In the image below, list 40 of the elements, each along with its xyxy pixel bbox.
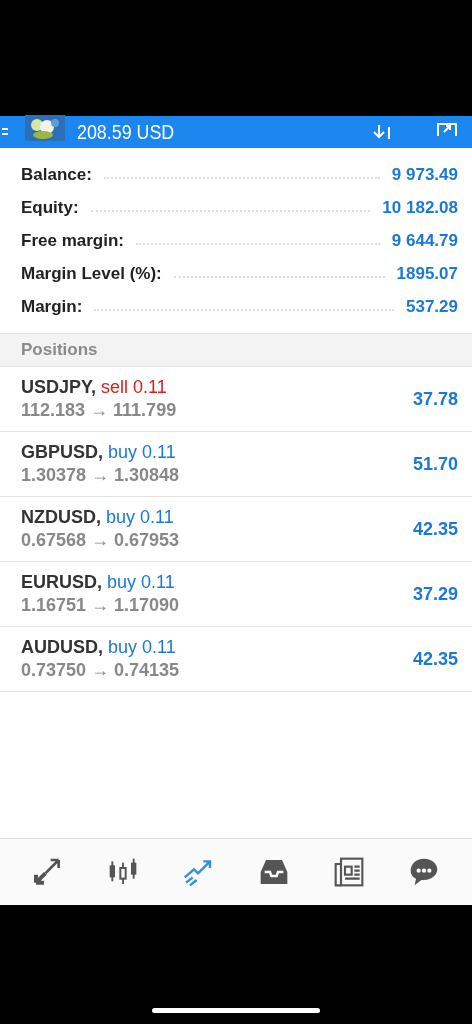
position-row[interactable]: EURUSD, buy 0.11 1.16751 → 1.17090 37.29 xyxy=(0,562,472,627)
position-symbol: EURUSD, xyxy=(21,572,102,592)
order-type: buy 0.11 xyxy=(108,442,176,462)
price-range: 0.67568 → 0.67953 xyxy=(21,530,180,551)
price-range: 1.16751 → 1.17090 xyxy=(21,595,180,616)
summary-value: 1895.07 xyxy=(396,263,458,284)
price-range: 1.30378 → 1.30848 xyxy=(21,465,180,486)
position-symbol: NZDUSD, xyxy=(21,507,101,527)
price-range: 0.73750 → 0.74135 xyxy=(21,660,180,681)
position-row[interactable]: AUDUSD, buy 0.11 0.73750 → 0.74135 42.35 xyxy=(0,627,472,692)
summary-value: 537.29 xyxy=(406,296,458,317)
section-title: Positions xyxy=(21,340,98,360)
new-order-icon[interactable] xyxy=(436,122,458,136)
summary-label: Free margin: xyxy=(21,230,124,251)
summary-label: Margin Level (%): xyxy=(21,263,162,284)
summary-label: Equity: xyxy=(21,197,79,218)
summary-label: Balance: xyxy=(21,164,92,185)
summary-value: 9 644.79 xyxy=(391,230,458,251)
position-symbol: USDJPY, xyxy=(21,377,97,397)
order-type: sell 0.11 xyxy=(101,377,167,397)
summary-value: 9 973.49 xyxy=(391,164,458,185)
position-profit: 51.70 xyxy=(412,453,458,475)
position-profit: 42.35 xyxy=(412,648,458,670)
summary-value: 10 182.08 xyxy=(382,197,458,218)
order-type: buy 0.11 xyxy=(108,637,176,657)
position-profit: 37.78 xyxy=(412,388,458,410)
order-type: buy 0.11 xyxy=(107,572,175,592)
newspaper-icon[interactable] xyxy=(332,856,365,888)
price-range: 112.183 → 111.799 xyxy=(21,400,177,421)
summary-label: Margin: xyxy=(21,296,83,317)
order-type: buy 0.11 xyxy=(106,507,174,527)
position-row[interactable]: NZDUSD, buy 0.11 0.67568 → 0.67953 42.35 xyxy=(0,497,472,562)
position-profit: 37.29 xyxy=(412,583,458,605)
position-row[interactable]: USDJPY, sell 0.11 112.183 → 111.799 37.78 xyxy=(0,367,472,432)
position-symbol: GBPUSD, xyxy=(21,442,103,462)
account-balance: 208.59 USD xyxy=(77,120,176,144)
position-symbol: AUDUSD, xyxy=(21,637,103,657)
menu-icon[interactable] xyxy=(2,126,8,138)
position-profit: 42.35 xyxy=(412,518,458,540)
position-row[interactable]: GBPUSD, buy 0.11 1.30378 → 1.30848 51.70 xyxy=(0,432,472,497)
